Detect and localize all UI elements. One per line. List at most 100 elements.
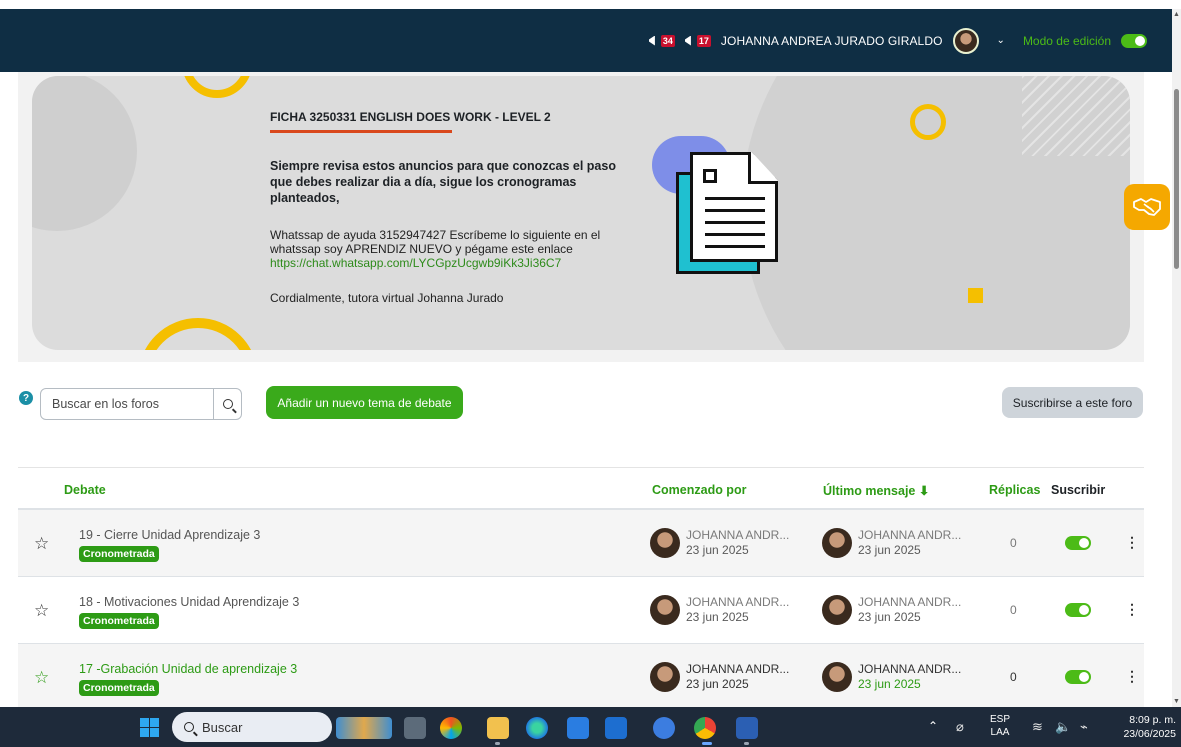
whatsapp-link[interactable]: https://chat.whatsapp.com/LYCGpzUcgwb9iK… (270, 256, 561, 270)
header-debate[interactable]: Debate (64, 483, 106, 497)
table-row: ☆ 18 - Motivaciones Unidad Aprendizaje 3… (18, 577, 1144, 644)
decor-circle (32, 76, 137, 231)
help-icon[interactable]: ? (19, 391, 33, 405)
notifications-count: 17 (696, 34, 711, 47)
running-indicator (744, 742, 749, 745)
last-post-date[interactable]: 23 jun 2025 (858, 543, 961, 558)
timed-badge: Cronometrada (79, 680, 159, 696)
decor-yellow-ring (910, 104, 946, 140)
edge-icon[interactable] (526, 717, 548, 739)
last-post-date[interactable]: 23 jun 2025 (858, 610, 961, 625)
title-underline (270, 130, 452, 133)
avatar[interactable] (650, 595, 680, 625)
help-app-icon[interactable] (653, 717, 675, 739)
last-post-name[interactable]: JOHANNA ANDR... (858, 662, 961, 677)
task-view-icon[interactable] (404, 717, 426, 739)
more-actions-icon[interactable]: ⋮ (1125, 601, 1139, 618)
decor-yellow-arc (138, 318, 258, 350)
document-box (703, 169, 717, 183)
document-line (705, 233, 765, 236)
subscribe-toggle[interactable] (1065, 603, 1091, 617)
document-line (705, 209, 765, 212)
myhp-icon[interactable] (605, 717, 627, 739)
date: 23/06/2025 (1123, 728, 1176, 740)
last-post-cell: JOHANNA ANDR... 23 jun 2025 (822, 595, 961, 625)
search-button[interactable] (213, 389, 241, 419)
decor-yellow-square (968, 288, 983, 303)
subscribe-toggle[interactable] (1065, 536, 1091, 550)
scroll-up-icon[interactable]: ▲ (1173, 11, 1180, 18)
scroll-down-icon[interactable]: ▼ (1173, 698, 1180, 705)
last-post-date[interactable]: 23 jun 2025 (858, 677, 961, 692)
scrollbar-thumb[interactable] (1174, 89, 1179, 269)
last-post-name[interactable]: JOHANNA ANDR... (858, 528, 961, 543)
search-input[interactable] (41, 389, 213, 419)
wifi-icon[interactable]: ≋ (1032, 719, 1043, 735)
taskbar-search[interactable]: Buscar (172, 712, 332, 742)
network-off-icon[interactable]: ⌀ (956, 719, 964, 735)
discussion-title[interactable]: 19 - Cierre Unidad Aprendizaje 3 (79, 528, 260, 542)
starter-name[interactable]: JOHANNA ANDR... (686, 662, 789, 677)
table-row: ☆ 17 -Grabación Unidad de aprendizaje 3 … (18, 644, 1144, 711)
subscribe-forum-button[interactable]: Suscribirse a este foro (1002, 387, 1143, 418)
windows-start-icon[interactable] (140, 718, 159, 737)
announcement-banner: FICHA 3250331 ENGLISH DOES WORK - LEVEL … (32, 76, 1130, 350)
star-icon[interactable]: ☆ (34, 534, 49, 554)
more-actions-icon[interactable]: ⋮ (1125, 668, 1139, 685)
avatar[interactable] (650, 662, 680, 692)
avatar[interactable] (650, 528, 680, 558)
last-post-name[interactable]: JOHANNA ANDR... (858, 595, 961, 610)
header-last-post-label: Último mensaje (823, 484, 916, 498)
messages-count: 34 (660, 34, 675, 47)
header-replies[interactable]: Réplicas (989, 483, 1040, 497)
battery-icon[interactable]: ⌁ (1080, 719, 1088, 735)
banner-instructions: Siempre revisa estos anuncios para que c… (270, 159, 616, 205)
star-icon[interactable]: ☆ (34, 668, 49, 688)
store-icon[interactable] (567, 717, 589, 739)
running-indicator (495, 742, 500, 745)
language-indicator[interactable]: ESP LAA (990, 713, 1010, 739)
header-started-by[interactable]: Comenzado por (652, 483, 746, 497)
forum-search (40, 388, 242, 420)
page-scrollbar[interactable]: ▲ ▼ (1172, 9, 1181, 707)
discussion-title[interactable]: 18 - Motivaciones Unidad Aprendizaje 3 (79, 595, 299, 609)
chevron-up-icon[interactable]: ⌃ (928, 719, 938, 733)
word-icon[interactable] (736, 717, 758, 739)
widgets-icon[interactable] (336, 717, 392, 739)
handshake-icon[interactable] (1124, 184, 1170, 230)
banner-help-text: Whatssap de ayuda 3152947427 Escríbeme l… (270, 228, 650, 270)
document-line (705, 197, 765, 200)
avatar[interactable] (822, 595, 852, 625)
last-post-cell: JOHANNA ANDR... 23 jun 2025 (822, 662, 961, 692)
volume-icon[interactable]: 🔈 (1055, 719, 1071, 735)
starter-name[interactable]: JOHANNA ANDR... (686, 595, 789, 610)
replies-count: 0 (1010, 603, 1017, 617)
header-last-post[interactable]: Último mensaje ⬇ (823, 483, 929, 498)
user-name[interactable]: JOHANNA ANDREA JURADO GIRALDO (721, 34, 943, 48)
chevron-down-icon[interactable]: ⌄ (997, 35, 1005, 46)
copilot-icon[interactable] (440, 717, 462, 739)
add-topic-button[interactable]: Añadir un nuevo tema de debate (266, 386, 463, 419)
started-by-cell: JOHANNA ANDR... 23 jun 2025 (650, 528, 789, 558)
decor-stripes (1022, 76, 1130, 156)
subscribe-toggle[interactable] (1065, 670, 1091, 684)
messages-badge[interactable]: 34 (648, 34, 675, 47)
user-avatar[interactable] (952, 27, 979, 54)
started-by-cell: JOHANNA ANDR... 23 jun 2025 (650, 595, 789, 625)
avatar[interactable] (822, 662, 852, 692)
starter-name[interactable]: JOHANNA ANDR... (686, 528, 789, 543)
table-header: Debate Comenzado por Último mensaje ⬇ Ré… (18, 467, 1144, 510)
chrome-icon[interactable] (694, 717, 716, 739)
clock[interactable]: 8:09 p. m. 23/06/2025 (1120, 713, 1176, 741)
replies-count: 0 (1010, 536, 1017, 550)
discussion-title[interactable]: 17 -Grabación Unidad de aprendizaje 3 (79, 662, 297, 676)
notifications-badge[interactable]: 17 (684, 34, 711, 47)
file-explorer-icon[interactable] (487, 717, 509, 739)
active-indicator (702, 742, 712, 745)
document-line (705, 245, 765, 248)
started-by-cell: JOHANNA ANDR... 23 jun 2025 (650, 662, 789, 692)
more-actions-icon[interactable]: ⋮ (1125, 534, 1139, 551)
star-icon[interactable]: ☆ (34, 601, 49, 621)
avatar[interactable] (822, 528, 852, 558)
edit-mode-toggle[interactable] (1121, 33, 1147, 48)
